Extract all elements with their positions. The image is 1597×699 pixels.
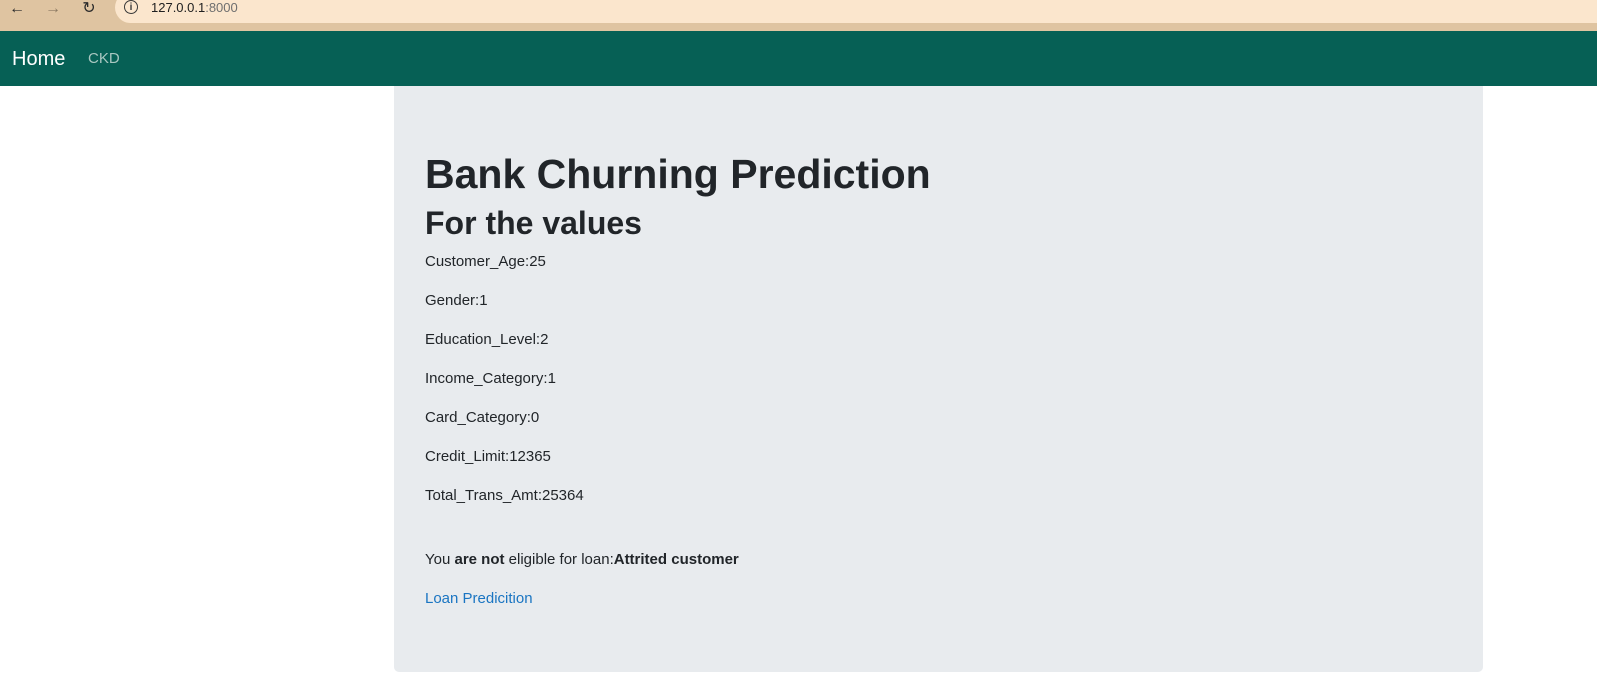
nav-link-ckd[interactable]: CKD: [88, 50, 120, 68]
page-title: Bank Churning Prediction: [425, 151, 931, 197]
value-income-category: Income_Category:1: [425, 370, 556, 387]
reload-icon[interactable]: ↻: [78, 0, 100, 18]
browser-toolbar: ← → ↻ i 127.0.0.1:8000: [0, 0, 1597, 31]
values-heading: For the values: [425, 205, 642, 241]
nav-home-link[interactable]: Home: [12, 47, 65, 71]
value-card-category: Card_Category:0: [425, 409, 540, 426]
address-bar[interactable]: [115, 0, 1597, 23]
info-icon[interactable]: i: [124, 0, 138, 14]
value-education-level: Education_Level:2: [425, 331, 549, 348]
value-gender: Gender:1: [425, 292, 488, 309]
url-text[interactable]: 127.0.0.1:8000: [151, 0, 238, 16]
result-middle: eligible for loan:: [504, 551, 614, 568]
value-customer-age: Customer_Age:25: [425, 253, 546, 270]
result-prefix: You: [425, 551, 455, 568]
result-emphasis: are not: [454, 551, 505, 568]
value-credit-limit: Credit_Limit:12365: [425, 448, 551, 465]
value-total-trans-amt: Total_Trans_Amt:25364: [425, 487, 584, 504]
arrow-right-icon[interactable]: →: [42, 0, 64, 18]
loan-prediction-link[interactable]: Loan Predicition: [425, 589, 533, 609]
url-port: :8000: [205, 0, 238, 15]
arrow-left-icon[interactable]: ←: [6, 0, 28, 18]
navbar: Home CKD: [0, 31, 1597, 86]
url-host: 127.0.0.1: [151, 0, 206, 15]
result-card: Bank Churning Prediction For the values …: [394, 86, 1483, 672]
prediction-result: You are not eligible for loan:Attrited c…: [425, 550, 739, 570]
result-outcome: Attrited customer: [613, 551, 739, 568]
